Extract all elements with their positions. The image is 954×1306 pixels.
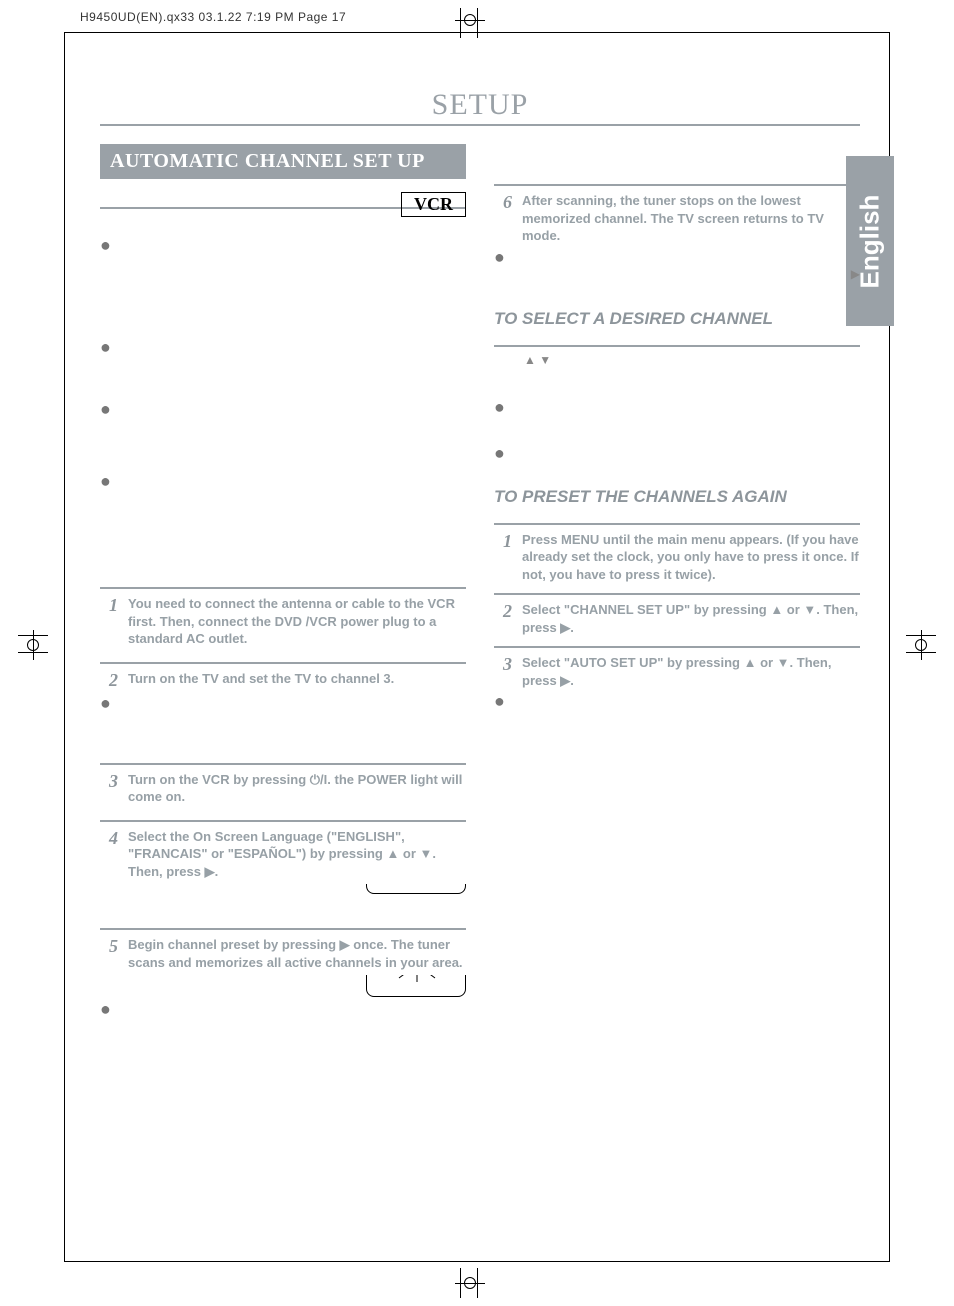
step-body: Turn on the TV and set the TV to channel… xyxy=(128,670,466,691)
step-3: 3 Turn on the VCR by pressing ⏻/I. the P… xyxy=(100,771,466,806)
step-number: 2 xyxy=(494,601,512,636)
step-number: 6 xyxy=(494,192,512,245)
step-body: You need to connect the antenna or cable… xyxy=(128,595,466,648)
vcr-box: VCR xyxy=(401,192,466,217)
preset-step-2: 2 Select "CHANNEL SET UP" by pressing ▲ … xyxy=(494,601,860,636)
step-body: Select "CHANNEL SET UP" by pressing ▲ or… xyxy=(522,601,860,636)
step-body: Turn on the VCR by pressing ⏻/I. the POW… xyxy=(128,771,466,806)
crop-mark-bottom xyxy=(460,1268,478,1298)
play-arrow-icon: ▶ xyxy=(494,267,860,281)
step-body: Select the On Screen Language ("ENGLISH"… xyxy=(128,828,466,881)
rule xyxy=(494,184,860,186)
preset-step-1: 1 Press MENU until the main menu appears… xyxy=(494,531,860,584)
step-body: Select "AUTO SET UP" by pressing ▲ or ▼.… xyxy=(522,654,860,689)
step-number: 4 xyxy=(100,828,118,881)
step-number: 3 xyxy=(494,654,512,689)
step-number: 1 xyxy=(494,531,512,584)
bullet-list-left: ● ● ● ● xyxy=(100,239,466,487)
page-title: SETUP xyxy=(100,88,860,126)
rule xyxy=(494,345,860,347)
rule xyxy=(494,593,860,595)
step-body: After scanning, the tuner stops on the l… xyxy=(522,192,860,245)
crop-mark-right xyxy=(906,635,936,653)
bullet-dot: ● xyxy=(100,403,111,415)
step-body: Press MENU until the main menu appears. … xyxy=(522,531,860,584)
auto-setup-box: CH 01 —AUTO SET UP— xyxy=(366,975,466,997)
step-2: 2 Turn on the TV and set the TV to chann… xyxy=(100,670,466,691)
scan-animation-icon xyxy=(393,975,441,982)
step-number: 2 xyxy=(100,670,118,691)
step-1: 1 You need to connect the antenna or cab… xyxy=(100,595,466,648)
up-down-arrows: ▲ ▼ xyxy=(494,353,860,367)
language-menu-box: LANGUAGE SELECT ▶ENGLISH[ON] FRANCAIS ES… xyxy=(100,884,466,894)
step-number: 1 xyxy=(100,595,118,648)
sub-bullet: ● xyxy=(494,401,860,413)
preset-step-3: 3 Select "AUTO SET UP" by pressing ▲ or … xyxy=(494,654,860,689)
bullet-dot: ● xyxy=(100,341,111,353)
rule xyxy=(100,928,466,930)
step-4: 4 Select the On Screen Language ("ENGLIS… xyxy=(100,828,466,881)
section-banner: AUTOMATIC CHANNEL SET UP xyxy=(100,144,466,179)
step-number: 3 xyxy=(100,771,118,806)
sub-bullet: ● xyxy=(494,251,860,263)
sub-bullet: ● xyxy=(494,447,860,459)
bullet-dot: ● xyxy=(100,475,111,487)
rule xyxy=(100,587,466,589)
print-header: H9450UD(EN).qx33 03.1.22 7:19 PM Page 17 xyxy=(80,10,346,24)
sub-bullet: ● xyxy=(494,695,860,707)
rule xyxy=(100,763,466,765)
rule xyxy=(100,662,466,664)
subheading-preset-again: TO PRESET THE CHANNELS AGAIN xyxy=(494,487,860,507)
sub-bullet: ● xyxy=(100,1003,466,1015)
rule xyxy=(494,646,860,648)
left-column: AUTOMATIC CHANNEL SET UP VCR ● ● ● ● 1 Y… xyxy=(100,144,466,1015)
right-column: 6 After scanning, the tuner stops on the… xyxy=(494,144,860,1015)
step-5: 5 Begin channel preset by pressing ▶ onc… xyxy=(100,936,466,971)
bullet-dot: ● xyxy=(100,239,111,251)
page-content: SETUP English AUTOMATIC CHANNEL SET UP V… xyxy=(100,88,860,1015)
step-6: 6 After scanning, the tuner stops on the… xyxy=(494,192,860,245)
sub-bullet: ● xyxy=(100,697,466,709)
step-number: 5 xyxy=(100,936,118,971)
rule xyxy=(494,523,860,525)
lang-opt-espanol: ESPAÑOL xyxy=(389,884,431,885)
subheading-select-channel: TO SELECT A DESIRED CHANNEL xyxy=(494,309,860,329)
step-body: Begin channel preset by pressing ▶ once.… xyxy=(128,936,466,971)
rule xyxy=(100,820,466,822)
crop-mark-left xyxy=(18,635,48,653)
